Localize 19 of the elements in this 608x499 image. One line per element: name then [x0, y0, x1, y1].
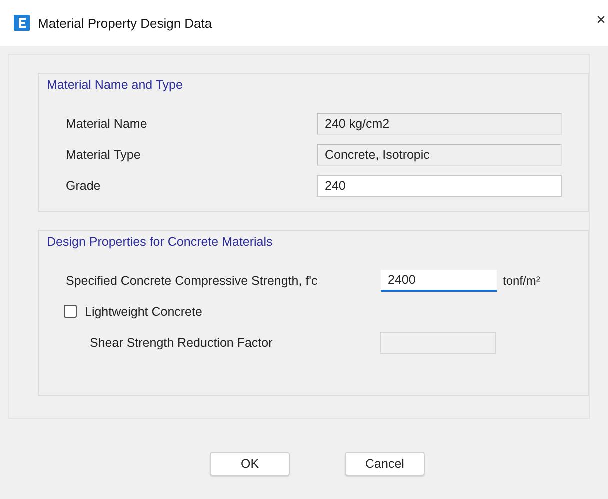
input-field[interactable]: 2400	[381, 270, 497, 292]
dialog-button[interactable]: OK	[210, 452, 290, 476]
group-title: Material Name and Type	[47, 78, 183, 92]
field-label: Specified Concrete Compressive Strength, f'c	[65, 274, 319, 288]
unit-label: tonf/m²	[503, 274, 540, 288]
input-field[interactable]: 240	[317, 174, 562, 196]
field-label: Grade	[65, 178, 102, 192]
checkbox[interactable]	[64, 305, 77, 318]
checkbox-label: Lightweight Concrete	[85, 304, 202, 318]
field-label: Shear Strength Reduction Factor	[89, 336, 274, 350]
window-title: Material Property Design Data	[38, 16, 212, 30]
input-field[interactable]: 240 kg/cm2	[317, 112, 562, 134]
group-title: Design Properties for Concrete Materials	[47, 235, 273, 249]
dialog-button[interactable]: Cancel	[345, 452, 425, 476]
field-label: Material Type	[65, 148, 142, 162]
app-logo-icon	[14, 15, 30, 31]
input-field[interactable]: Concrete, Isotropic	[317, 144, 562, 166]
close-button[interactable]: ×	[596, 13, 606, 29]
field-label: Material Name	[65, 116, 148, 130]
